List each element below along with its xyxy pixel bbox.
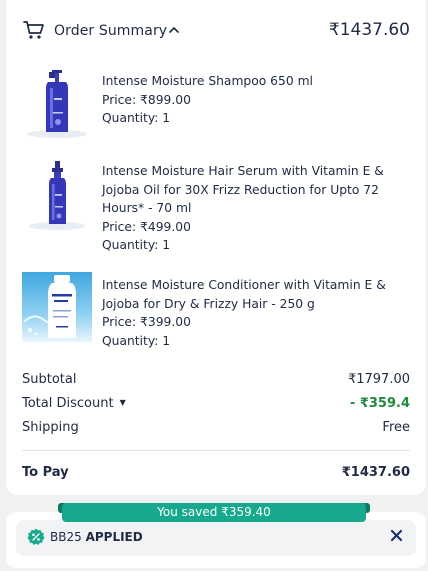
item-price: Price: ₹499.00	[102, 219, 191, 234]
divider	[22, 450, 410, 451]
order-total: ₹1437.60	[328, 20, 410, 40]
product-image-conditioner	[22, 272, 92, 342]
savings-banner: You saved ₹359.40	[62, 503, 366, 522]
to-pay-label: To Pay	[22, 465, 69, 480]
to-pay-row: To Pay ₹1437.60	[22, 465, 410, 485]
subtotal-value: ₹1797.00	[347, 372, 410, 387]
list-item: Intense Moisture Shampoo 650 ml Price: ₹…	[22, 68, 418, 138]
shipping-value: Free	[382, 420, 410, 435]
order-summary-header[interactable]: Order Summary ₹1437.60	[6, 0, 426, 62]
item-quantity: Quantity: 1	[102, 333, 171, 348]
order-summary-card: Order Summary ₹1437.60 Intense Moisture …	[6, 0, 426, 495]
item-price: Price: ₹899.00	[102, 92, 191, 107]
applied-coupon: BB25 APPLIED	[16, 520, 416, 556]
coupon-badge-icon	[27, 528, 45, 545]
chevron-up-icon[interactable]	[168, 24, 180, 36]
shipping-row: Shipping Free	[22, 420, 410, 440]
discount-label: Total Discount	[22, 396, 114, 411]
discount-value: - ₹359.4	[349, 396, 410, 411]
product-image-serum	[22, 160, 92, 230]
order-summary-title: Order Summary	[54, 23, 168, 39]
subtotal-row: Subtotal ₹1797.00	[22, 372, 410, 392]
item-quantity: Quantity: 1	[102, 238, 171, 252]
subtotal-label: Subtotal	[22, 372, 77, 387]
caret-down-icon[interactable]: ▼	[120, 398, 126, 407]
coupon-status: APPLIED	[85, 530, 143, 544]
item-name: Intense Moisture Hair Serum with Vitamin…	[102, 164, 384, 215]
list-item: Intense Moisture Conditioner with Vitami…	[22, 272, 418, 348]
to-pay-value: ₹1437.60	[341, 465, 410, 480]
coupon-code: BB25	[50, 530, 82, 544]
item-name: Intense Moisture Conditioner with Vitami…	[102, 278, 386, 311]
item-quantity: Quantity: 1	[102, 111, 171, 125]
cart-icon	[23, 21, 44, 39]
product-image-shampoo	[22, 68, 92, 138]
close-icon[interactable]	[390, 529, 403, 542]
item-price: Price: ₹399.00	[102, 315, 191, 329]
discount-row[interactable]: Total Discount ▼ - ₹359.4	[22, 396, 410, 416]
item-name: Intense Moisture Shampoo 650 ml	[102, 74, 313, 88]
shipping-label: Shipping	[22, 420, 79, 435]
list-item: Intense Moisture Hair Serum with Vitamin…	[22, 160, 418, 252]
